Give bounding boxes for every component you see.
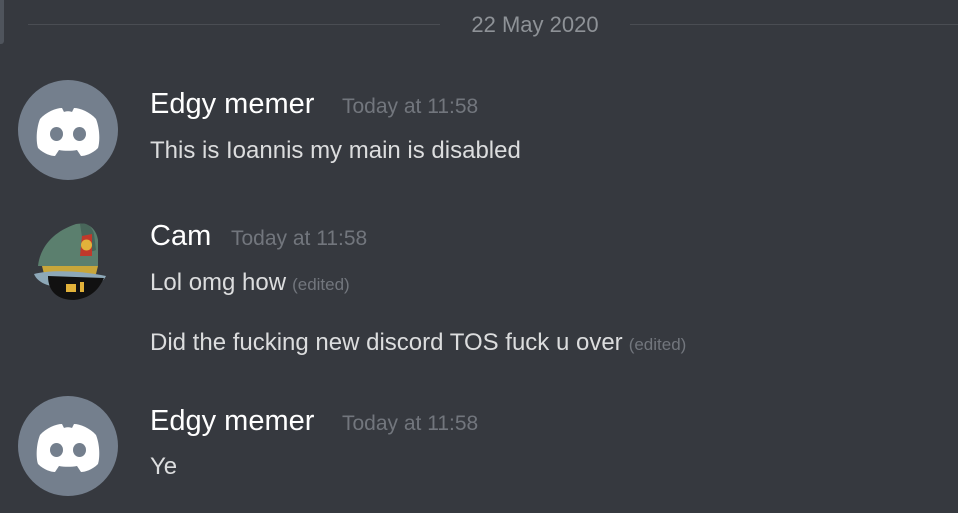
message-text: Did the fucking new discord TOS fuck u o… [150,328,686,360]
message-timestamp: Today at 11:58 [231,227,368,250]
message-content: Ye [150,453,178,480]
military-officer-cap-avatar-icon[interactable] [18,210,118,310]
divider-line-left [28,24,440,25]
edited-indicator: (edited) [628,335,687,354]
scrollbar-thumb[interactable] [0,0,4,44]
message-author[interactable]: Edgy memer [150,87,314,121]
divider-line-right [630,24,958,25]
discord-default-avatar-icon[interactable] [18,396,118,496]
message-text: Ye [150,452,177,482]
message-content: Lol omg how [150,269,287,296]
message-author[interactable]: Cam [150,219,211,253]
message-timestamp: Today at 11:58 [342,412,479,435]
message-content: Did the fucking new discord TOS fuck u o… [150,329,623,356]
date-divider-label: 22 May 2020 [471,12,599,37]
message-author[interactable]: Edgy memer [150,404,314,438]
discord-default-avatar-icon[interactable] [18,80,118,180]
message-text: This is Ioannis my main is disabled [150,136,521,166]
message-timestamp: Today at 11:58 [342,95,479,118]
message-text: Lol omg how (edited) [150,268,350,300]
edited-indicator: (edited) [292,275,350,294]
message-content: This is Ioannis my main is disabled [150,137,521,164]
